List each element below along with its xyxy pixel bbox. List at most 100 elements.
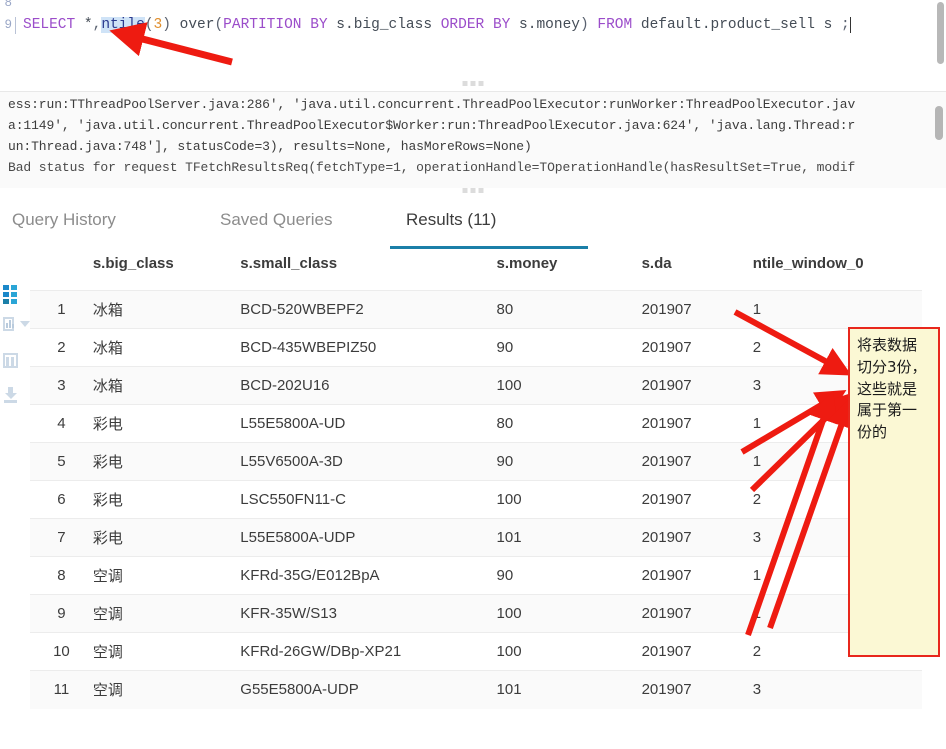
tab-saved-queries[interactable]: Saved Queries — [220, 210, 332, 240]
line-number-current: 9 — [4, 18, 12, 32]
table-body: 1 冰箱 BCD-520WBEPF2 80 201907 1 2 冰箱 BCD-435WBEPI… — [30, 290, 922, 709]
tab-query-history[interactable]: Query History — [12, 210, 116, 240]
cell-da: 201907 — [641, 518, 753, 557]
cell-small-class: L55V6500A-3D — [240, 442, 497, 481]
cell-big-class: 彩电 — [92, 518, 241, 557]
sql-token: * — [75, 17, 93, 33]
cell-da: 201907 — [641, 670, 753, 709]
cell-index: 9 — [30, 594, 93, 633]
cell-da: 201907 — [641, 632, 753, 671]
table-row[interactable]: 7 彩电 L55E5800A-UDP 101 201907 3 — [30, 518, 922, 557]
cell-small-class: LSC550FN11-C — [240, 480, 497, 519]
cell-money: 100 — [496, 594, 642, 633]
cell-money: 80 — [496, 404, 642, 443]
result-tabs: Query History Saved Queries Results (11) — [0, 196, 946, 252]
cell-da: 201907 — [641, 594, 753, 633]
active-tab-indicator — [390, 246, 588, 249]
cell-small-class: KFR-35W/S13 — [240, 594, 497, 633]
chevron-down-icon[interactable] — [20, 321, 30, 327]
drag-handle-icon[interactable] — [462, 81, 484, 86]
results-table-container[interactable]: s.big_class s.small_class s.money s.da n… — [30, 255, 922, 749]
table-row[interactable]: 4 彩电 L55E5800A-UD 80 201907 1 — [30, 404, 922, 443]
table-row[interactable]: 5 彩电 L55V6500A-3D 90 201907 1 — [30, 442, 922, 481]
cell-money: 100 — [496, 480, 642, 519]
log-resize-handle-icon[interactable] — [462, 188, 484, 193]
editor-resize-divider[interactable] — [0, 74, 946, 92]
cell-money: 90 — [496, 328, 642, 367]
sql-token: SELECT — [23, 17, 76, 33]
sql-token: PARTITION — [223, 17, 302, 33]
cell-index: 4 — [30, 404, 93, 443]
sql-token: over — [170, 17, 215, 33]
log-scrollbar[interactable] — [935, 106, 943, 140]
column-header-small-class[interactable]: s.small_class — [240, 255, 497, 291]
bar-chart-icon — [3, 317, 14, 331]
cell-small-class: BCD-520WBEPF2 — [240, 290, 497, 329]
sql-token: ntile — [101, 17, 145, 33]
sql-token: ( — [214, 17, 224, 33]
sql-statement[interactable]: SELECT *,ntile(3) over(PARTITION BY s.bi… — [23, 17, 850, 33]
sql-token: ; — [841, 17, 850, 33]
sql-token: ) — [162, 17, 171, 33]
cell-small-class: L55E5800A-UDP — [240, 518, 497, 557]
cell-small-class: G55E5800A-UDP — [240, 670, 497, 709]
chart-view-button[interactable] — [0, 317, 30, 331]
sql-token: ORDER — [440, 17, 485, 33]
cell-big-class: 冰箱 — [92, 366, 241, 405]
results-view-toolbar — [0, 255, 30, 435]
table-row[interactable]: 8 空调 KFRd-35G/E012BpA 90 201907 1 — [30, 556, 922, 595]
column-header-ntile-window[interactable]: ntile_window_0 — [752, 255, 922, 291]
error-log-panel[interactable]: ess:run:TThreadPoolServer.java:286', 'ja… — [0, 92, 946, 188]
editor-line-current[interactable]: 9 SELECT *,ntile(3) over(PARTITION BY s.… — [0, 14, 851, 36]
table-row[interactable]: 6 彩电 LSC550FN11-C 100 201907 2 — [30, 480, 922, 519]
table-row[interactable]: 3 冰箱 BCD-202U16 100 201907 3 — [30, 366, 922, 405]
column-header-index[interactable] — [30, 255, 93, 291]
column-header-da[interactable]: s.da — [641, 255, 753, 291]
cell-big-class: 空调 — [92, 632, 241, 671]
gutter-divider — [15, 16, 16, 34]
cell-ntile-window: 1 — [752, 290, 922, 329]
log-line: ess:run:TThreadPoolServer.java:286', 'ja… — [8, 97, 856, 112]
column-header-big-class[interactable]: s.big_class — [92, 255, 241, 291]
cell-da: 201907 — [641, 290, 753, 329]
sql-token: ) — [579, 17, 589, 33]
table-row[interactable]: 1 冰箱 BCD-520WBEPF2 80 201907 1 — [30, 290, 922, 329]
tab-results[interactable]: Results (11) — [406, 210, 496, 240]
sql-token: FROM — [597, 17, 633, 33]
editor-scrollbar[interactable] — [937, 2, 944, 64]
columns-icon[interactable] — [0, 353, 30, 368]
table-row[interactable]: 10 空调 KFRd-26GW/DBp-XP21 100 201907 2 — [30, 632, 922, 671]
table-row[interactable]: 11 空调 G55E5800A-UDP 101 201907 3 — [30, 670, 922, 709]
grid-view-icon[interactable] — [0, 285, 30, 304]
editor-line-previous: 8 — [0, 0, 15, 14]
table-row[interactable]: 9 空调 KFR-35W/S13 100 201907 1 — [30, 594, 922, 633]
cell-index: 8 — [30, 556, 93, 595]
sql-token: BY — [492, 17, 511, 33]
table-row[interactable]: 2 冰箱 BCD-435WBEPIZ50 90 201907 2 — [30, 328, 922, 367]
cell-big-class: 彩电 — [92, 480, 241, 519]
log-line: un:Thread.java:748'], statusCode=3), res… — [8, 139, 532, 154]
cell-da: 201907 — [641, 480, 753, 519]
column-header-money[interactable]: s.money — [496, 255, 642, 291]
cell-index: 11 — [30, 670, 93, 709]
cell-da: 201907 — [641, 366, 753, 405]
sql-token: BY — [310, 17, 328, 33]
sql-token: ( — [144, 17, 154, 33]
sql-token: s.big_class — [327, 17, 441, 33]
cell-big-class: 彩电 — [92, 404, 241, 443]
sql-editor[interactable]: 8 9 SELECT *,ntile(3) over(PARTITION BY … — [0, 0, 946, 74]
hue-query-editor-app: 8 9 SELECT *,ntile(3) over(PARTITION BY … — [0, 0, 946, 749]
cell-big-class: 冰箱 — [92, 328, 241, 367]
download-icon[interactable] — [0, 387, 30, 403]
cell-big-class: 彩电 — [92, 442, 241, 481]
cell-money: 100 — [496, 366, 642, 405]
cell-small-class: BCD-202U16 — [240, 366, 497, 405]
cell-index: 1 — [30, 290, 93, 329]
cell-money: 101 — [496, 670, 642, 709]
text-caret — [849, 17, 851, 33]
cell-money: 100 — [496, 632, 642, 671]
cell-index: 5 — [30, 442, 93, 481]
cell-da: 201907 — [641, 556, 753, 595]
cell-index: 6 — [30, 480, 93, 519]
